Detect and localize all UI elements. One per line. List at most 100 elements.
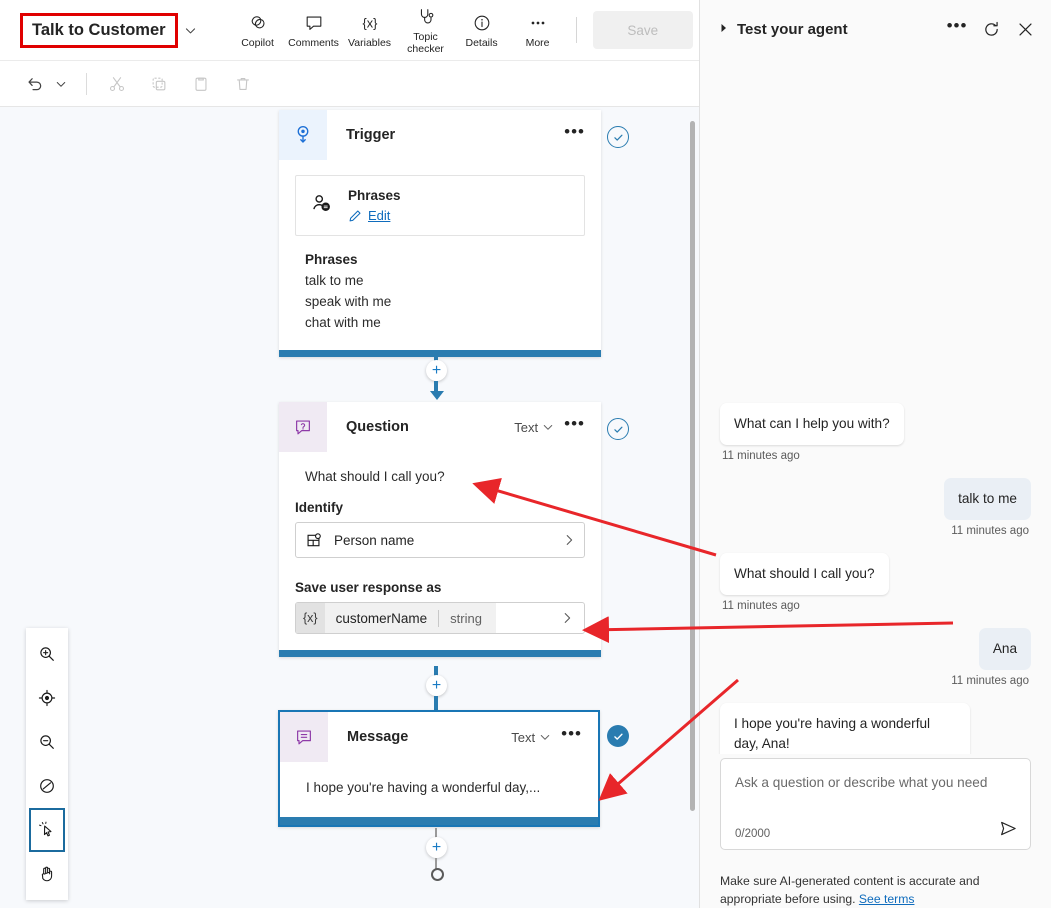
node-message-type-label[interactable]: Text [511,730,535,745]
node-message-accent-bar [280,817,598,825]
more-button[interactable]: More [510,10,566,51]
node-trigger-header[interactable]: Trigger ••• [279,110,601,160]
trigger-edit-row[interactable]: Edit [348,208,401,223]
node-question-status-badge [607,418,629,440]
trigger-phrases-card[interactable]: Phrases Edit [295,175,585,236]
pan-tool-button[interactable] [29,852,65,896]
stethoscope-icon [416,6,436,28]
node-message-type-chevron-down-icon[interactable] [539,731,551,743]
chevron-down-icon[interactable] [180,19,202,41]
node-question-header-actions: Text ••• [514,415,601,435]
caret-right-icon[interactable] [720,23,728,35]
test-panel-header: Test your agent ••• [700,0,1051,58]
cut-button[interactable] [101,68,133,100]
chat-timestamp: 11 minutes ago [722,600,800,612]
authoring-canvas[interactable]: Trigger ••• Phrases Edit Phrases talk to… [0,107,699,908]
refresh-icon[interactable] [979,17,1003,41]
flow-end-node [431,868,444,881]
node-message-header[interactable]: Message Text ••• [280,712,598,762]
toolbar-divider [575,17,577,43]
add-node-button[interactable]: + [426,837,447,858]
add-node-button[interactable]: + [426,675,447,696]
node-question-accent-bar [279,650,601,657]
undo-button[interactable] [18,68,50,100]
chat-message: Ana 11 minutes ago [720,628,1031,703]
connector-line [434,696,438,710]
node-message-title: Message [347,729,409,745]
comments-button[interactable]: Comments [286,10,342,51]
chevron-right-icon[interactable] [560,611,584,625]
chat-input-counter: 0/2000 [735,828,771,840]
toolbar-divider [86,72,87,95]
question-bubble-icon [279,402,327,452]
node-trigger-body: Phrases Edit Phrases talk to me speak wi… [279,160,601,350]
close-icon[interactable] [1013,17,1037,41]
node-question-type-chevron-down-icon[interactable] [542,421,554,433]
trigger-pin-icon [279,110,327,160]
chevron-right-icon[interactable] [562,533,576,547]
test-panel-more-icon[interactable]: ••• [945,17,969,41]
details-label: Details [465,36,498,49]
connector-arrow-icon [430,391,444,400]
canvas-scrollbar[interactable] [690,121,695,811]
node-question-body: What should I call you? Identify Person … [279,452,601,650]
send-icon[interactable] [999,819,1018,843]
node-message[interactable]: Message Text ••• I hope you're having a … [278,710,600,827]
entity-icon [306,532,323,549]
fit-to-view-button[interactable] [29,676,65,720]
see-terms-link[interactable]: See terms [859,892,915,906]
reset-zoom-button[interactable] [29,764,65,808]
chat-composer[interactable]: Ask a question or describe what you need… [720,758,1031,850]
details-button[interactable]: Details [454,10,510,51]
more-label: More [525,36,550,49]
variables-braces-icon: {x} [359,12,381,34]
identify-label: Identify [295,500,344,515]
page-title: Talk to Customer [20,12,178,48]
node-question-type-label[interactable]: Text [514,420,538,435]
variable-braces-icon: {x} [296,603,325,633]
topic-checker-label: Topic checker [407,30,444,55]
zoom-out-button[interactable] [29,720,65,764]
trigger-phrase-item: chat with me [305,315,381,330]
canvas-zoom-palette [26,628,68,900]
add-node-button[interactable]: + [426,360,447,381]
chat-message: talk to me 11 minutes ago [720,478,1031,553]
chat-timestamp: 11 minutes ago [951,675,1029,687]
node-trigger-more-icon[interactable]: ••• [558,123,589,143]
node-trigger[interactable]: Trigger ••• Phrases Edit Phrases talk to… [279,110,601,357]
info-circle-icon [472,12,492,34]
node-message-more-icon[interactable]: ••• [555,725,586,745]
chat-message: What should I call you? 11 minutes ago [720,553,1031,628]
delete-button[interactable] [227,68,259,100]
node-question-more-icon[interactable]: ••• [558,415,589,435]
copilot-button[interactable]: Copilot [230,10,286,51]
variables-button[interactable]: {x} Variables [342,10,398,51]
chat-input-placeholder[interactable]: Ask a question or describe what you need [735,772,1016,793]
chat-bubble-user: Ana [978,628,1031,670]
topic-title-group[interactable]: Talk to Customer [20,12,202,48]
paste-button[interactable] [185,68,217,100]
test-chat-transcript[interactable]: What can I help you with? 11 minutes ago… [700,58,1051,754]
chat-timestamp: 11 minutes ago [722,450,800,462]
identify-entity-field[interactable]: Person name [295,522,585,558]
comment-icon [304,12,324,34]
edit-toolbar [0,60,699,107]
save-response-variable-field[interactable]: {x} customerName string [295,602,585,634]
zoom-in-button[interactable] [29,632,65,676]
variable-type: string [450,610,482,626]
person-chat-icon [310,192,334,221]
node-message-header-actions: Text ••• [511,725,598,745]
undo-dropdown-chevron-down-icon[interactable] [50,68,72,100]
node-question-header[interactable]: Question Text ••• [279,402,601,452]
node-question[interactable]: Question Text ••• What should I call you… [279,402,601,657]
pencil-icon [348,209,362,223]
save-button[interactable]: Save [592,11,693,49]
trigger-edit-link[interactable]: Edit [368,208,390,223]
ai-disclaimer-text: Make sure AI-generated content is accura… [720,874,980,906]
select-tool-button[interactable] [29,808,65,852]
node-question-title: Question [346,419,409,435]
trigger-phrases-card-title: Phrases [348,188,401,203]
identify-entity-value: Person name [334,532,415,548]
topic-checker-button[interactable]: Topic checker [398,4,454,57]
copy-button[interactable] [143,68,175,100]
